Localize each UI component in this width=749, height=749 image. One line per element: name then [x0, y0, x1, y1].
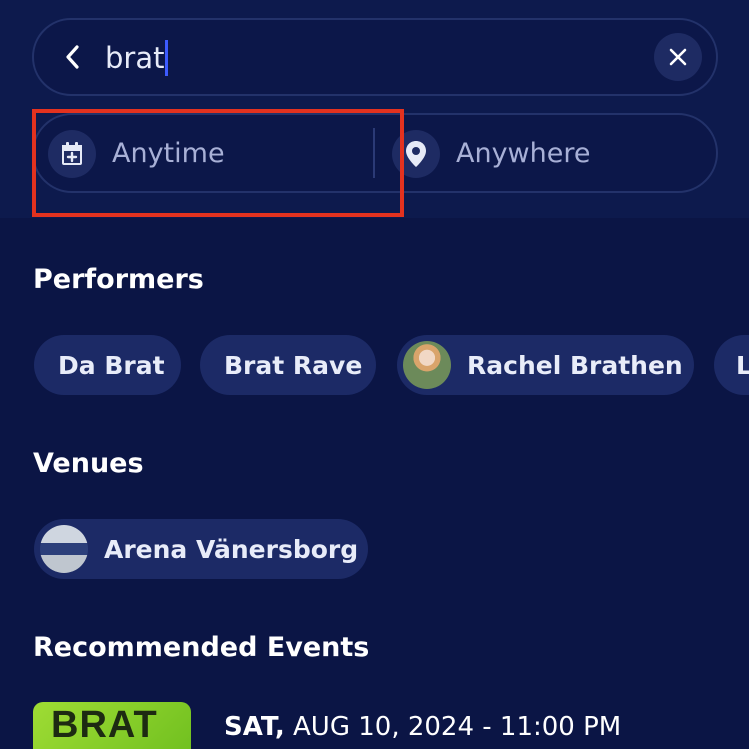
close-icon: [669, 48, 687, 66]
anywhere-filter[interactable]: Anywhere: [456, 134, 591, 174]
event-date[interactable]: SAT, AUG 10, 2024 - 11:00 PM: [224, 712, 621, 742]
performer-chip[interactable]: Da Brat: [34, 335, 181, 395]
event-day: SAT,: [224, 712, 285, 742]
avatar: [40, 525, 88, 573]
event-thumbnail[interactable]: BRAT: [33, 702, 191, 749]
event-datetime: AUG 10, 2024 - 11:00 PM: [293, 712, 622, 742]
chevron-left-icon: [66, 45, 79, 69]
recommended-events-heading: Recommended Events: [33, 632, 370, 663]
performer-label: L: [736, 350, 749, 380]
performer-chip[interactable]: Rachel Brathen: [397, 335, 694, 395]
venue-label: Arena Vänersborg: [104, 534, 359, 564]
map-pin-icon: [406, 141, 426, 167]
performer-label: Rachel Brathen: [467, 350, 683, 380]
clear-search-button[interactable]: [654, 33, 702, 81]
venue-chip[interactable]: Arena Vänersborg: [34, 519, 368, 579]
performer-chip[interactable]: L: [714, 335, 749, 395]
performer-label: Brat Rave: [224, 350, 363, 380]
back-button[interactable]: [58, 42, 88, 72]
venues-heading: Venues: [33, 448, 144, 479]
text-caret: [165, 40, 169, 76]
event-thumb-text: BRAT: [51, 704, 158, 746]
performers-heading: Performers: [33, 264, 204, 295]
performer-chip[interactable]: Brat Rave: [200, 335, 376, 395]
performer-label: Da Brat: [58, 350, 165, 380]
search-query: brat: [105, 41, 165, 75]
search-input[interactable]: brat: [105, 38, 169, 78]
avatar: [403, 341, 451, 389]
highlight-annotation-box: [32, 109, 404, 217]
